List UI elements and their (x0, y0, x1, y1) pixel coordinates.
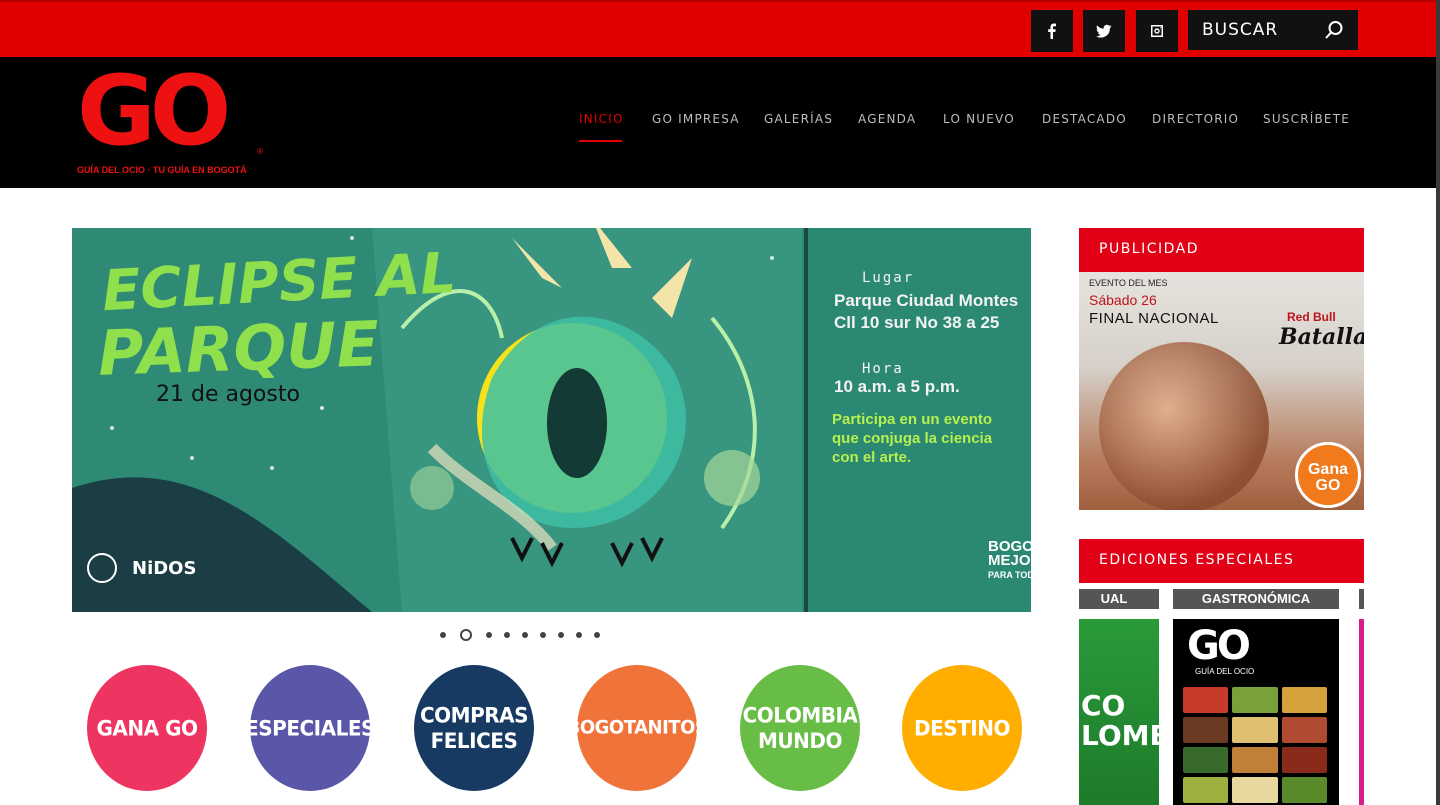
magazine-bar: UAL (1079, 589, 1159, 609)
category-especiales[interactable]: ESPECIALES (245, 665, 375, 791)
category-destino[interactable]: DESTINO (902, 665, 1022, 791)
instagram-button[interactable] (1136, 10, 1178, 52)
bogota-logo: BOGOTÁ MEJOR PARA TODOS (988, 539, 1031, 582)
magazine-carousel[interactable]: UAL CO LOMBIA GASTRONÓMICA GO GUÍA DEL O… (1079, 587, 1364, 805)
nav-suscribete[interactable]: SUSCRÍBETE (1263, 112, 1350, 126)
slider-dot[interactable] (576, 632, 582, 638)
logo-registered: ® (257, 147, 263, 156)
category-colombia-mundo[interactable]: COLOMBIA MUNDO (740, 665, 860, 791)
nav-destacado[interactable]: DESTACADO (1042, 112, 1127, 126)
logo-tagline: GUÍA DEL OCIO · TU GUÍA EN BOGOTÁ (77, 165, 247, 175)
magazine-item[interactable]: GASTRONÓMICA GO GUÍA DEL OCIO (1173, 589, 1339, 805)
hora-text: 10 a.m. a 5 p.m. (834, 377, 960, 396)
facebook-icon (1048, 23, 1056, 39)
magazine-cover-logo: GO (1187, 623, 1251, 669)
instagram-icon (1151, 25, 1163, 37)
magazine-cover: GO GUÍA DEL OCIO (1173, 619, 1339, 805)
nidos-logo: NiDOS (132, 558, 197, 579)
nav-galerias[interactable]: GALERÍAS (764, 112, 833, 126)
nav-directorio[interactable]: DIRECTORIO (1152, 112, 1239, 126)
magazine-food-grid (1183, 687, 1327, 803)
slide-info-panel: Lugar Parque Ciudad Montes Cll 10 sur No… (804, 228, 1031, 612)
bogota-line2: MEJOR (988, 552, 1031, 569)
magazine-bar: GASTRONÓMICA (1173, 589, 1339, 609)
participa-line1: Participa en un evento (832, 411, 993, 428)
top-bar: BUSCAR (0, 0, 1436, 57)
magazine-cover: CO LOMBIA (1079, 619, 1203, 805)
magazine-item[interactable]: UAL CO LOMBIA (1079, 589, 1203, 805)
participa-line3: con el arte. (832, 449, 912, 466)
lugar-label: Lugar (862, 270, 915, 286)
facebook-button[interactable] (1031, 10, 1073, 52)
slide-title-line2: PARQUE (96, 307, 381, 390)
slider-dot[interactable] (440, 632, 446, 638)
bogota-line3: PARA TODOS (988, 570, 1031, 580)
ediciones-title: EDICIONES ESPECIALES (1079, 539, 1364, 583)
category-compras-felices[interactable]: COMPRAS FELICES (414, 665, 534, 791)
twitter-icon (1096, 24, 1112, 38)
publicidad-ad[interactable]: EVENTO DEL MES Sábado 26 FINAL NACIONAL … (1079, 272, 1364, 510)
publicidad-title: PUBLICIDAD (1079, 228, 1364, 272)
gana-go-badge: Gana GO (1295, 442, 1361, 508)
participa-line2: que conjuga la ciencia (832, 430, 993, 447)
slider-dot[interactable] (558, 632, 564, 638)
nav-go-impresa[interactable]: GO IMPRESA (652, 112, 740, 126)
lugar-text-1: Parque Ciudad Montes (834, 291, 1019, 310)
ad-photo (1099, 342, 1269, 510)
page: BUSCAR GO ® GUÍA DEL OCIO · TU GUÍA EN B… (0, 0, 1436, 805)
nav-lo-nuevo[interactable]: LO NUEVO (943, 112, 1015, 126)
slider-dot[interactable] (594, 632, 600, 638)
slider-dot[interactable] (522, 632, 528, 638)
category-bogotanitos[interactable]: BOGOTANITOS (567, 665, 708, 791)
category-gana-go[interactable]: GANA GO (87, 665, 207, 791)
search-icon[interactable] (1324, 20, 1344, 40)
nav-agenda[interactable]: AGENDA (858, 112, 916, 126)
hora-label: Hora (862, 361, 904, 377)
twitter-button[interactable] (1083, 10, 1125, 52)
slide-date: 21 de agosto (156, 382, 300, 407)
nav-inicio[interactable]: INICIO (579, 112, 624, 126)
search-placeholder: BUSCAR (1202, 20, 1279, 40)
ad-final: FINAL NACIONAL (1089, 310, 1219, 327)
slider-dot[interactable] (486, 632, 492, 638)
ad-evento: EVENTO DEL MES (1089, 278, 1168, 288)
ad-fecha: Sábado 26 (1089, 292, 1157, 308)
logo-text: GO (77, 55, 231, 167)
slider-dot[interactable] (540, 632, 546, 638)
magazine-cover (1359, 619, 1364, 805)
hero-slider[interactable]: ECLIPSE AL PARQUE 21 de agosto NiDOS Lug… (72, 228, 1031, 612)
slider-dot-active[interactable] (460, 629, 472, 641)
lugar-text-2: Cll 10 sur No 38 a 25 (834, 313, 1000, 332)
redbull-brand: Red Bull (1287, 310, 1336, 324)
redbull-logo: Red Bull Batalla (1279, 280, 1364, 370)
magazine-cover-sub: GUÍA DEL OCIO (1195, 667, 1255, 676)
site-logo[interactable]: GO ® GUÍA DEL OCIO · TU GUÍA EN BOGOTÁ (77, 63, 277, 179)
nav-active-indicator (579, 140, 622, 142)
slider-pagination (440, 629, 600, 641)
magazine-bar (1359, 589, 1364, 609)
magazine-item[interactable] (1359, 589, 1364, 805)
search-input[interactable]: BUSCAR (1188, 10, 1358, 50)
batalla-brand: Batalla (1279, 324, 1364, 350)
slider-dot[interactable] (504, 632, 510, 638)
